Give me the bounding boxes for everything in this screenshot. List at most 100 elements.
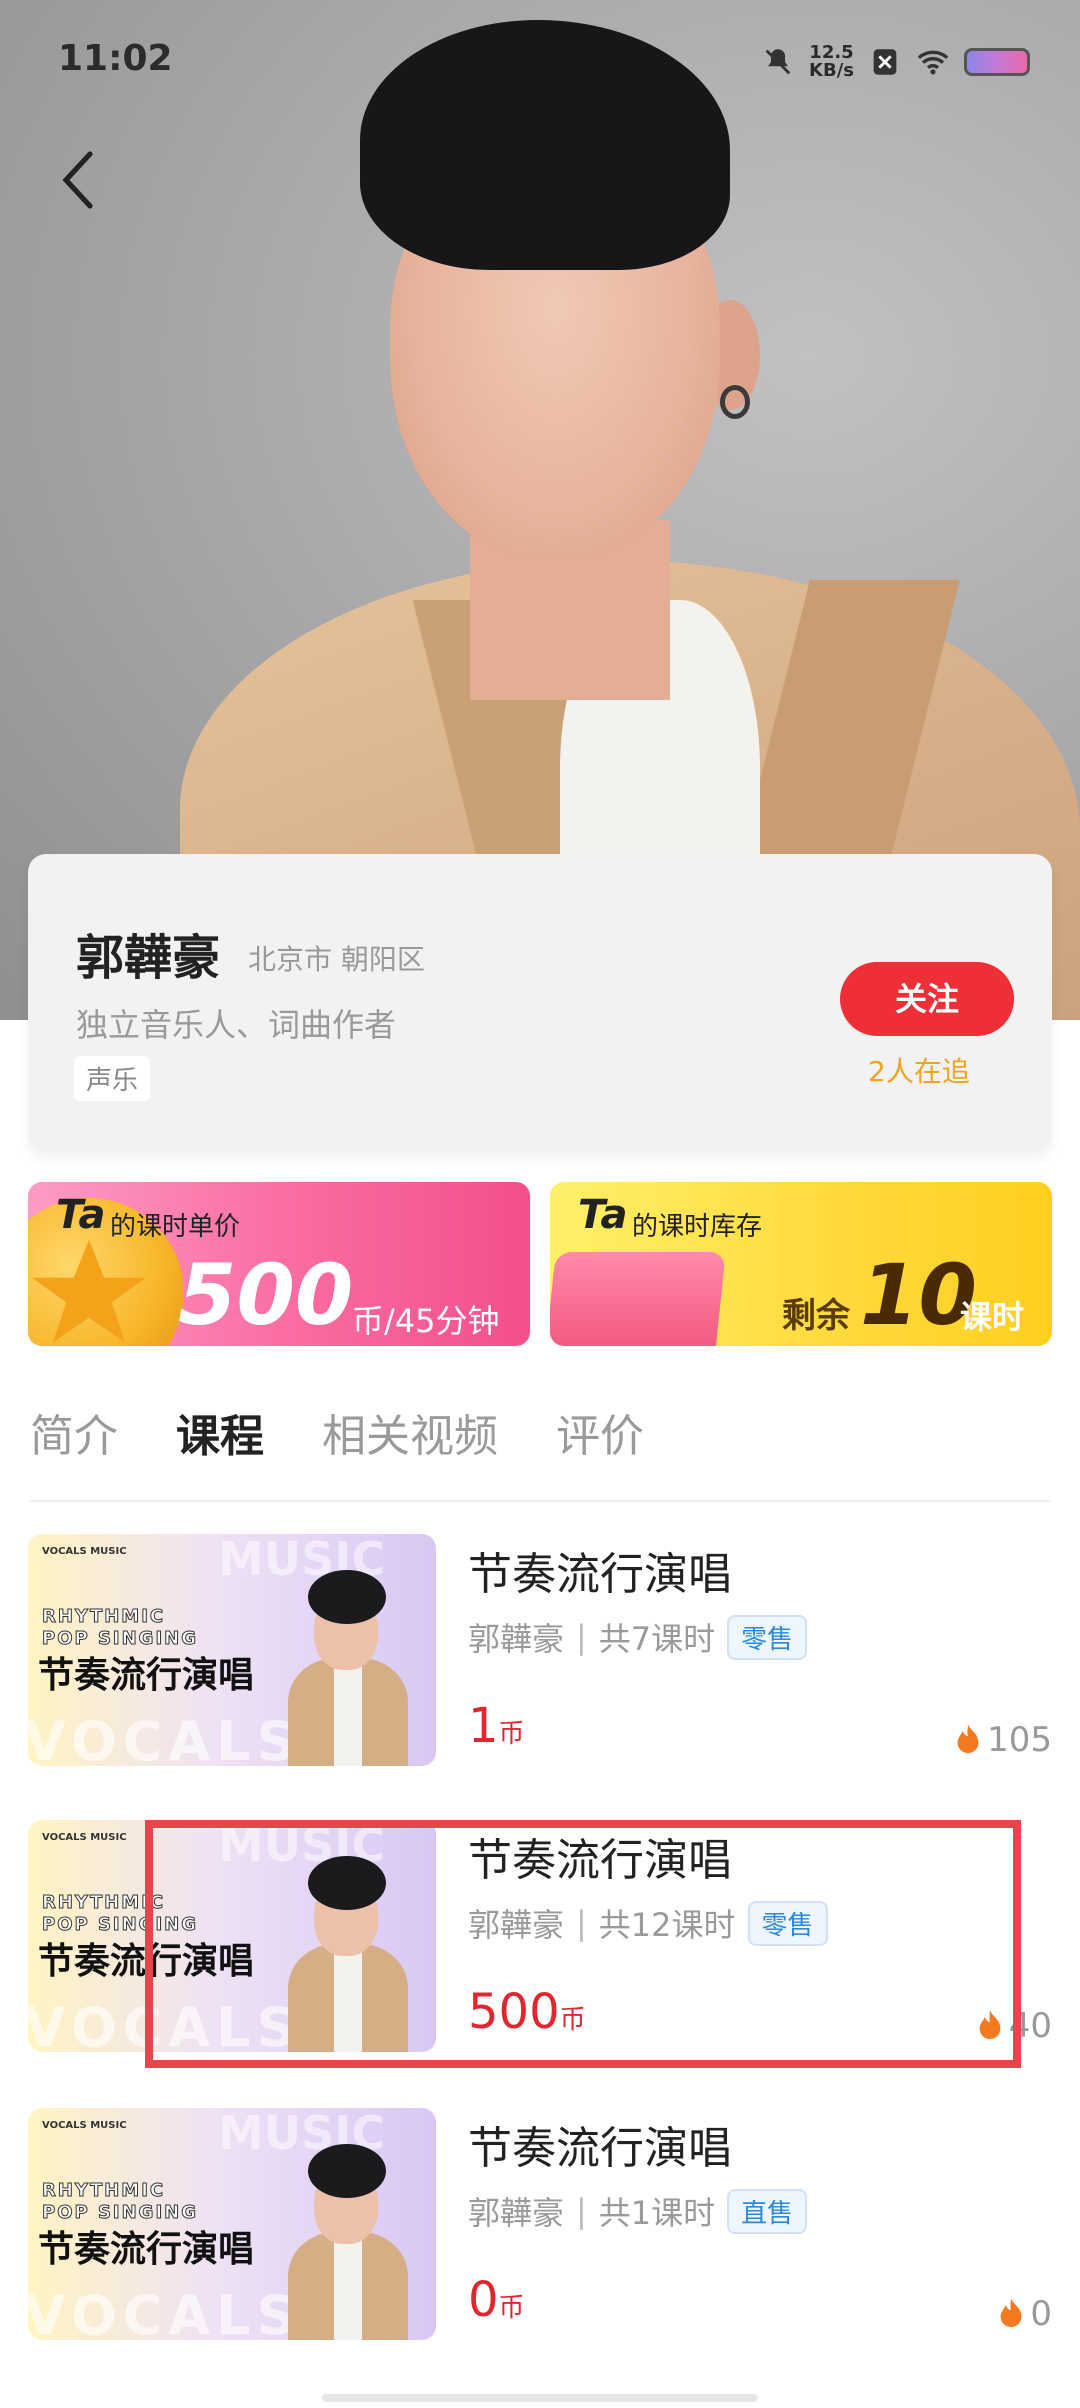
course-teacher: 郭韡豪: [468, 1620, 565, 1658]
no-sim-icon: [873, 49, 897, 75]
course-price-unit: 币: [559, 2005, 586, 2035]
lesson-stock-card: Ta 的课时库存 剩余 10 课时: [550, 1182, 1052, 1346]
teacher-tag: 声乐: [74, 1056, 151, 1101]
thumb-person-shirt: [334, 1666, 362, 1766]
followers-count: 2人在追: [868, 1055, 970, 1088]
thumb-eng: RHYTHMIC POP SINGING: [42, 2180, 198, 2224]
thumb-person: [288, 1856, 408, 2052]
thumb-vocals-text: VOCALS: [28, 2284, 302, 2340]
basket-icon: [550, 1252, 726, 1346]
mute-bell-icon: [765, 49, 791, 75]
course-item[interactable]: MUSIC VOCALS MUSIC RHYTHMIC POP SINGING …: [28, 1820, 1052, 2052]
course-item[interactable]: MUSIC VOCALS MUSIC RHYTHMIC POP SINGING …: [28, 1534, 1052, 1766]
price-unit: 币/45分钟: [352, 1302, 500, 1340]
thumb-brand: VOCALS MUSIC: [42, 1546, 127, 1557]
course-thumbnail[interactable]: MUSIC VOCALS MUSIC RHYTHMIC POP SINGING …: [28, 2108, 436, 2340]
tab-courses[interactable]: 课程: [176, 1400, 264, 1464]
course-heat-count: 105: [987, 1720, 1052, 1760]
thumb-cn-title: 节奏流行演唱: [38, 2229, 255, 2270]
tab-intro[interactable]: 简介: [30, 1400, 118, 1464]
course-title: 节奏流行演唱: [468, 2123, 732, 2174]
thumb-vocals-text: VOCALS: [28, 1710, 302, 1766]
course-teacher: 郭韡豪: [468, 1906, 565, 1944]
course-price-value: 500: [468, 1984, 560, 2040]
teacher-title: 独立音乐人、词曲作者: [76, 1006, 397, 1044]
thumb-cn-title: 节奏流行演唱: [38, 1655, 255, 1696]
tab-related-videos[interactable]: 相关视频: [322, 1400, 498, 1464]
course-teacher: 郭韡豪: [468, 2194, 565, 2232]
net-speed: 12.5 KB/s: [809, 44, 854, 80]
thumb-eng: RHYTHMIC POP SINGING: [42, 1892, 198, 1936]
home-indicator[interactable]: [322, 2394, 758, 2402]
thumb-person: [288, 2144, 408, 2340]
course-sale-badge: 零售: [727, 1614, 808, 1660]
thumb-person-shirt: [334, 1952, 362, 2052]
follow-button[interactable]: 关注: [840, 962, 1014, 1036]
thumb-eng: RHYTHMIC POP SINGING: [42, 1606, 198, 1650]
tabs-divider: [30, 1500, 1050, 1502]
thumb-person: [288, 1570, 408, 1766]
price-ta: Ta: [56, 1192, 106, 1238]
flame-icon: [979, 2010, 1001, 2039]
course-lessons: 共12课时: [598, 1906, 736, 1944]
stock-prefix: 剩余: [782, 1296, 850, 1336]
course-lessons: 共7课时: [598, 1620, 716, 1658]
net-speed-unit: KB/s: [809, 60, 854, 81]
course-price-value: 1: [468, 1698, 499, 1754]
course-price: 500币: [468, 1984, 586, 2040]
course-separator: |: [576, 1904, 587, 1942]
tab-reviews[interactable]: 评价: [556, 1400, 644, 1464]
stock-ta: Ta: [578, 1192, 628, 1238]
thumb-person-hair: [308, 1856, 386, 1910]
price-label: 的课时单价: [110, 1212, 241, 1242]
profile-tabs: 简介 课程 相关视频 评价: [30, 1400, 644, 1464]
course-price-value: 0: [468, 2272, 499, 2328]
course-price-unit: 币: [498, 1719, 525, 1749]
course-thumbnail[interactable]: MUSIC VOCALS MUSIC RHYTHMIC POP SINGING …: [28, 1534, 436, 1766]
thumb-eng-line1: RHYTHMIC: [42, 1892, 166, 1914]
thumb-eng-line1: RHYTHMIC: [42, 2180, 166, 2202]
stock-label: 的课时库存: [632, 1212, 763, 1242]
course-meta: 郭韡豪 | 共1课时 直售: [468, 2188, 808, 2234]
course-separator: |: [576, 1618, 587, 1656]
course-heat: 40: [977, 2006, 1052, 2046]
course-thumbnail[interactable]: MUSIC VOCALS MUSIC RHYTHMIC POP SINGING …: [28, 1820, 436, 2052]
course-separator: |: [576, 2192, 587, 2230]
course-meta: 郭韡豪 | 共12课时 零售: [468, 1900, 828, 1946]
status-time: 11:02: [58, 38, 173, 79]
course-heat-count: 40: [1008, 2006, 1052, 2046]
course-heat-count: 0: [1030, 2294, 1052, 2334]
back-button[interactable]: [58, 150, 98, 210]
course-sale-badge: 直售: [727, 2188, 808, 2234]
course-price: 1币: [468, 1698, 525, 1754]
course-title: 节奏流行演唱: [468, 1549, 732, 1600]
thumb-brand: VOCALS MUSIC: [42, 1832, 127, 1843]
teacher-info-card: 郭韡豪 北京市 朝阳区 独立音乐人、词曲作者 声乐 关注 2人在追: [28, 854, 1052, 1152]
stock-unit: 课时: [960, 1298, 1025, 1336]
thumb-vocals-text: VOCALS: [28, 1996, 302, 2052]
wifi-icon: [917, 50, 949, 75]
thumb-brand: VOCALS MUSIC: [42, 2120, 127, 2131]
course-sale-badge: 零售: [747, 1900, 828, 1946]
course-item[interactable]: MUSIC VOCALS MUSIC RHYTHMIC POP SINGING …: [28, 2108, 1052, 2340]
battery-icon: [964, 48, 1030, 76]
thumb-cn-title: 节奏流行演唱: [38, 1941, 255, 1982]
price-value: 500: [178, 1246, 354, 1344]
course-heat: 105: [955, 1720, 1052, 1760]
course-price-unit: 币: [498, 2293, 525, 2323]
flame-icon: [957, 1724, 979, 1753]
photo-earring: [720, 385, 750, 419]
course-meta: 郭韡豪 | 共7课时 零售: [468, 1614, 808, 1660]
thumb-person-hair: [308, 1570, 386, 1624]
course-price: 0币: [468, 2272, 525, 2328]
status-bar: 11:02 12.5 KB/s: [0, 0, 1080, 120]
thumb-eng-line1: RHYTHMIC: [42, 1606, 166, 1628]
lesson-price-card: Ta 的课时单价 500 币/45分钟: [28, 1182, 530, 1346]
course-heat: 0: [998, 2294, 1052, 2334]
status-icons: 12.5 KB/s: [761, 44, 1030, 80]
teacher-location: 北京市 朝阳区: [248, 943, 425, 976]
course-title: 节奏流行演唱: [468, 1835, 732, 1886]
thumb-person-hair: [308, 2144, 386, 2198]
course-lessons: 共1课时: [598, 2194, 716, 2232]
teacher-name: 郭韡豪: [76, 930, 221, 986]
